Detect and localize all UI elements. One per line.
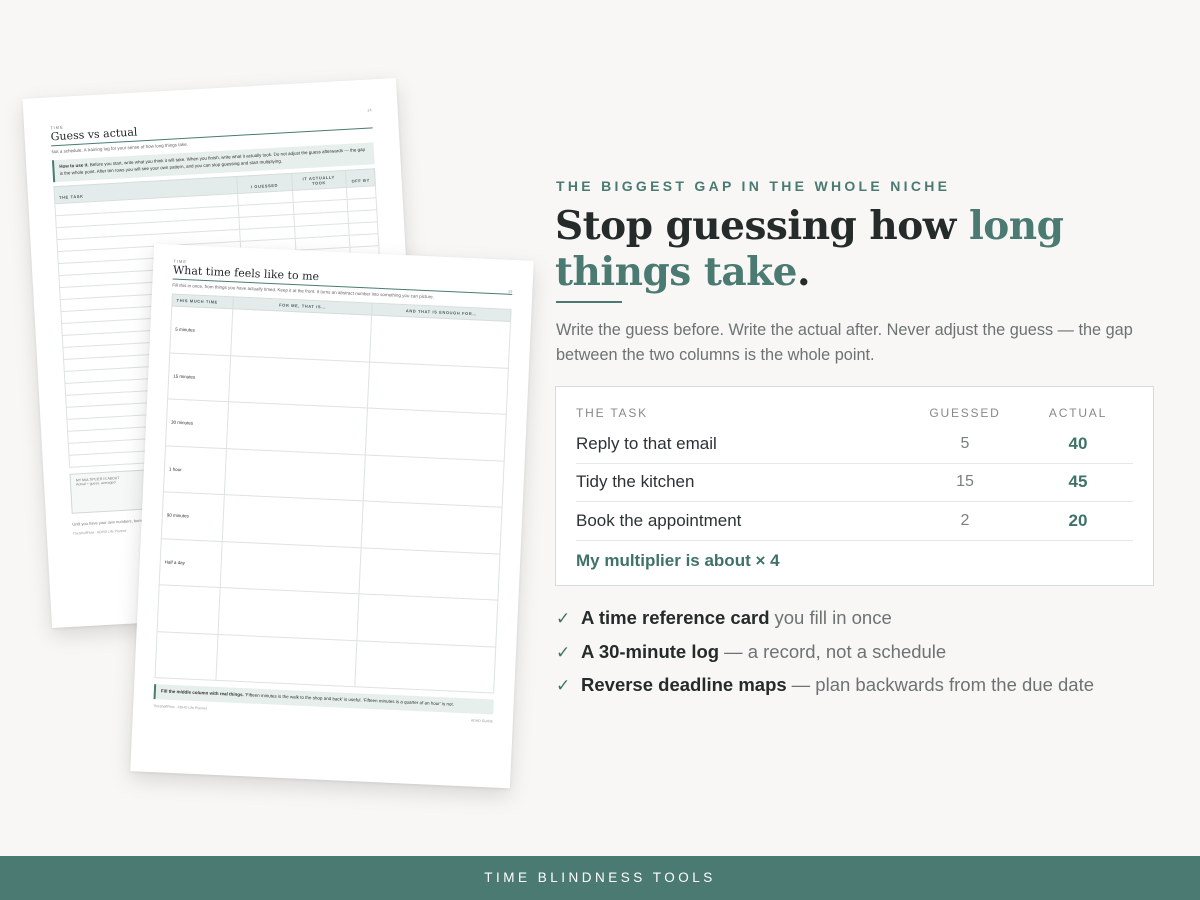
table-cell — [365, 408, 507, 461]
log-row: Reply to that email 5 40 — [576, 425, 1133, 464]
log-guessed: 5 — [960, 434, 970, 452]
header-actual: ACTUAL — [1048, 406, 1108, 420]
row-label: 1 hour — [163, 445, 227, 495]
row-label: 5 minutes — [169, 306, 233, 356]
footer-label: TIME BLINDNESS TOOLS — [484, 870, 716, 885]
example-log-card: THE TASK GUESSED ACTUAL Reply to that em… — [555, 386, 1154, 586]
feature-title: A 30-minute log — [581, 640, 720, 662]
check-icon: ✓ — [556, 609, 571, 628]
check-icon: ✓ — [556, 676, 571, 695]
table-cell — [220, 541, 362, 594]
header-task: THE TASK — [576, 406, 648, 420]
table-cell — [367, 361, 509, 415]
headline-period: . — [796, 249, 811, 295]
feature-title: Reverse deadline maps — [581, 674, 787, 695]
feature-item: ✓ A time reference card you fill in once — [556, 602, 1094, 636]
sheet-instructions-lead: How to use it. — [59, 162, 89, 169]
log-task: Book the appointment — [576, 510, 742, 530]
feature-item: ✓ A 30-minute log — a record, not a schedu… — [556, 636, 1094, 670]
sheet-footer: TheShelfFlow · ADHD Life Planner — [72, 528, 127, 536]
table-cell — [358, 547, 500, 601]
table-cell — [226, 401, 368, 455]
sheet-footer-right: ADHD GUIDE — [470, 718, 493, 724]
table-cell — [228, 355, 370, 409]
example-log-header: THE TASK GUESSED ACTUAL — [576, 401, 1133, 425]
headline-rule — [556, 301, 622, 303]
table-cell — [361, 500, 503, 554]
log-guessed: 2 — [960, 511, 970, 529]
row-label: 15 minutes — [167, 352, 231, 402]
sheet-page-number: 14 — [367, 107, 372, 113]
section-kicker: THE BIGGEST GAP IN THE WHOLE NICHE — [556, 178, 951, 194]
multiplier-summary: My multiplier is about × 4 — [576, 550, 780, 570]
log-actual: 45 — [1068, 472, 1088, 492]
table-cell — [215, 634, 357, 687]
column-header: OFF BY — [345, 168, 376, 187]
table-cell — [354, 640, 496, 694]
footer-banner: TIME BLINDNESS TOOLS — [0, 856, 1200, 900]
table-cell — [222, 494, 364, 548]
feature-list: ✓ A time reference card you fill in once ✓ A… — [556, 602, 1094, 703]
table-cell — [230, 308, 372, 362]
log-row: Book the appointment 2 20 — [576, 502, 1133, 541]
sheet-tip-lead: Fill the middle column with real things. — [160, 688, 244, 698]
feature-description: — plan backwards from the due date — [791, 674, 1095, 695]
log-task: Reply to that email — [576, 433, 717, 453]
headline-plain: Stop guessing how — [555, 203, 969, 249]
log-actual: 20 — [1068, 510, 1088, 530]
log-task: Tidy the kitchen — [576, 472, 695, 492]
feature-item: ✓ Reverse deadline maps — plan backwards f… — [556, 669, 1094, 703]
worksheet-time-reference: TIME What time feels like to me 15 Fill … — [130, 243, 534, 789]
row-label: 30 minutes — [165, 398, 229, 449]
sheet-footer: TheShelfFlow · ADHD Life Planner — [153, 703, 208, 711]
feature-description: — a record, not a schedule — [724, 640, 947, 662]
log-actual: 40 — [1068, 433, 1088, 453]
table-cell — [218, 587, 359, 641]
feature-description: you fill in once — [774, 607, 892, 628]
table-cell — [356, 593, 498, 647]
row-label: Half a day — [159, 538, 223, 588]
intro-text: Write the guess before. Write the actual… — [556, 321, 1133, 364]
row-label: 90 minutes — [161, 491, 225, 542]
row-label — [157, 584, 221, 635]
row-label — [154, 631, 219, 681]
time-reference-table: THIS MUCH TIME FOR ME, THAT IS… AND THAT… — [154, 294, 512, 694]
log-guessed: 15 — [956, 473, 974, 491]
headline: Stop guessing how long things take. — [555, 203, 1155, 295]
table-cell — [369, 315, 511, 368]
sheet-page-number: 15 — [507, 288, 513, 294]
log-row: Tidy the kitchen 15 45 — [576, 464, 1133, 502]
table-cell — [224, 448, 366, 501]
sheet-tip-text: 'Fifteen minutes is the walk to the shop… — [244, 692, 455, 707]
feature-title: A time reference card — [581, 607, 770, 628]
header-guessed: GUESSED — [929, 406, 1001, 420]
table-cell — [363, 454, 505, 508]
check-icon: ✓ — [556, 642, 571, 662]
